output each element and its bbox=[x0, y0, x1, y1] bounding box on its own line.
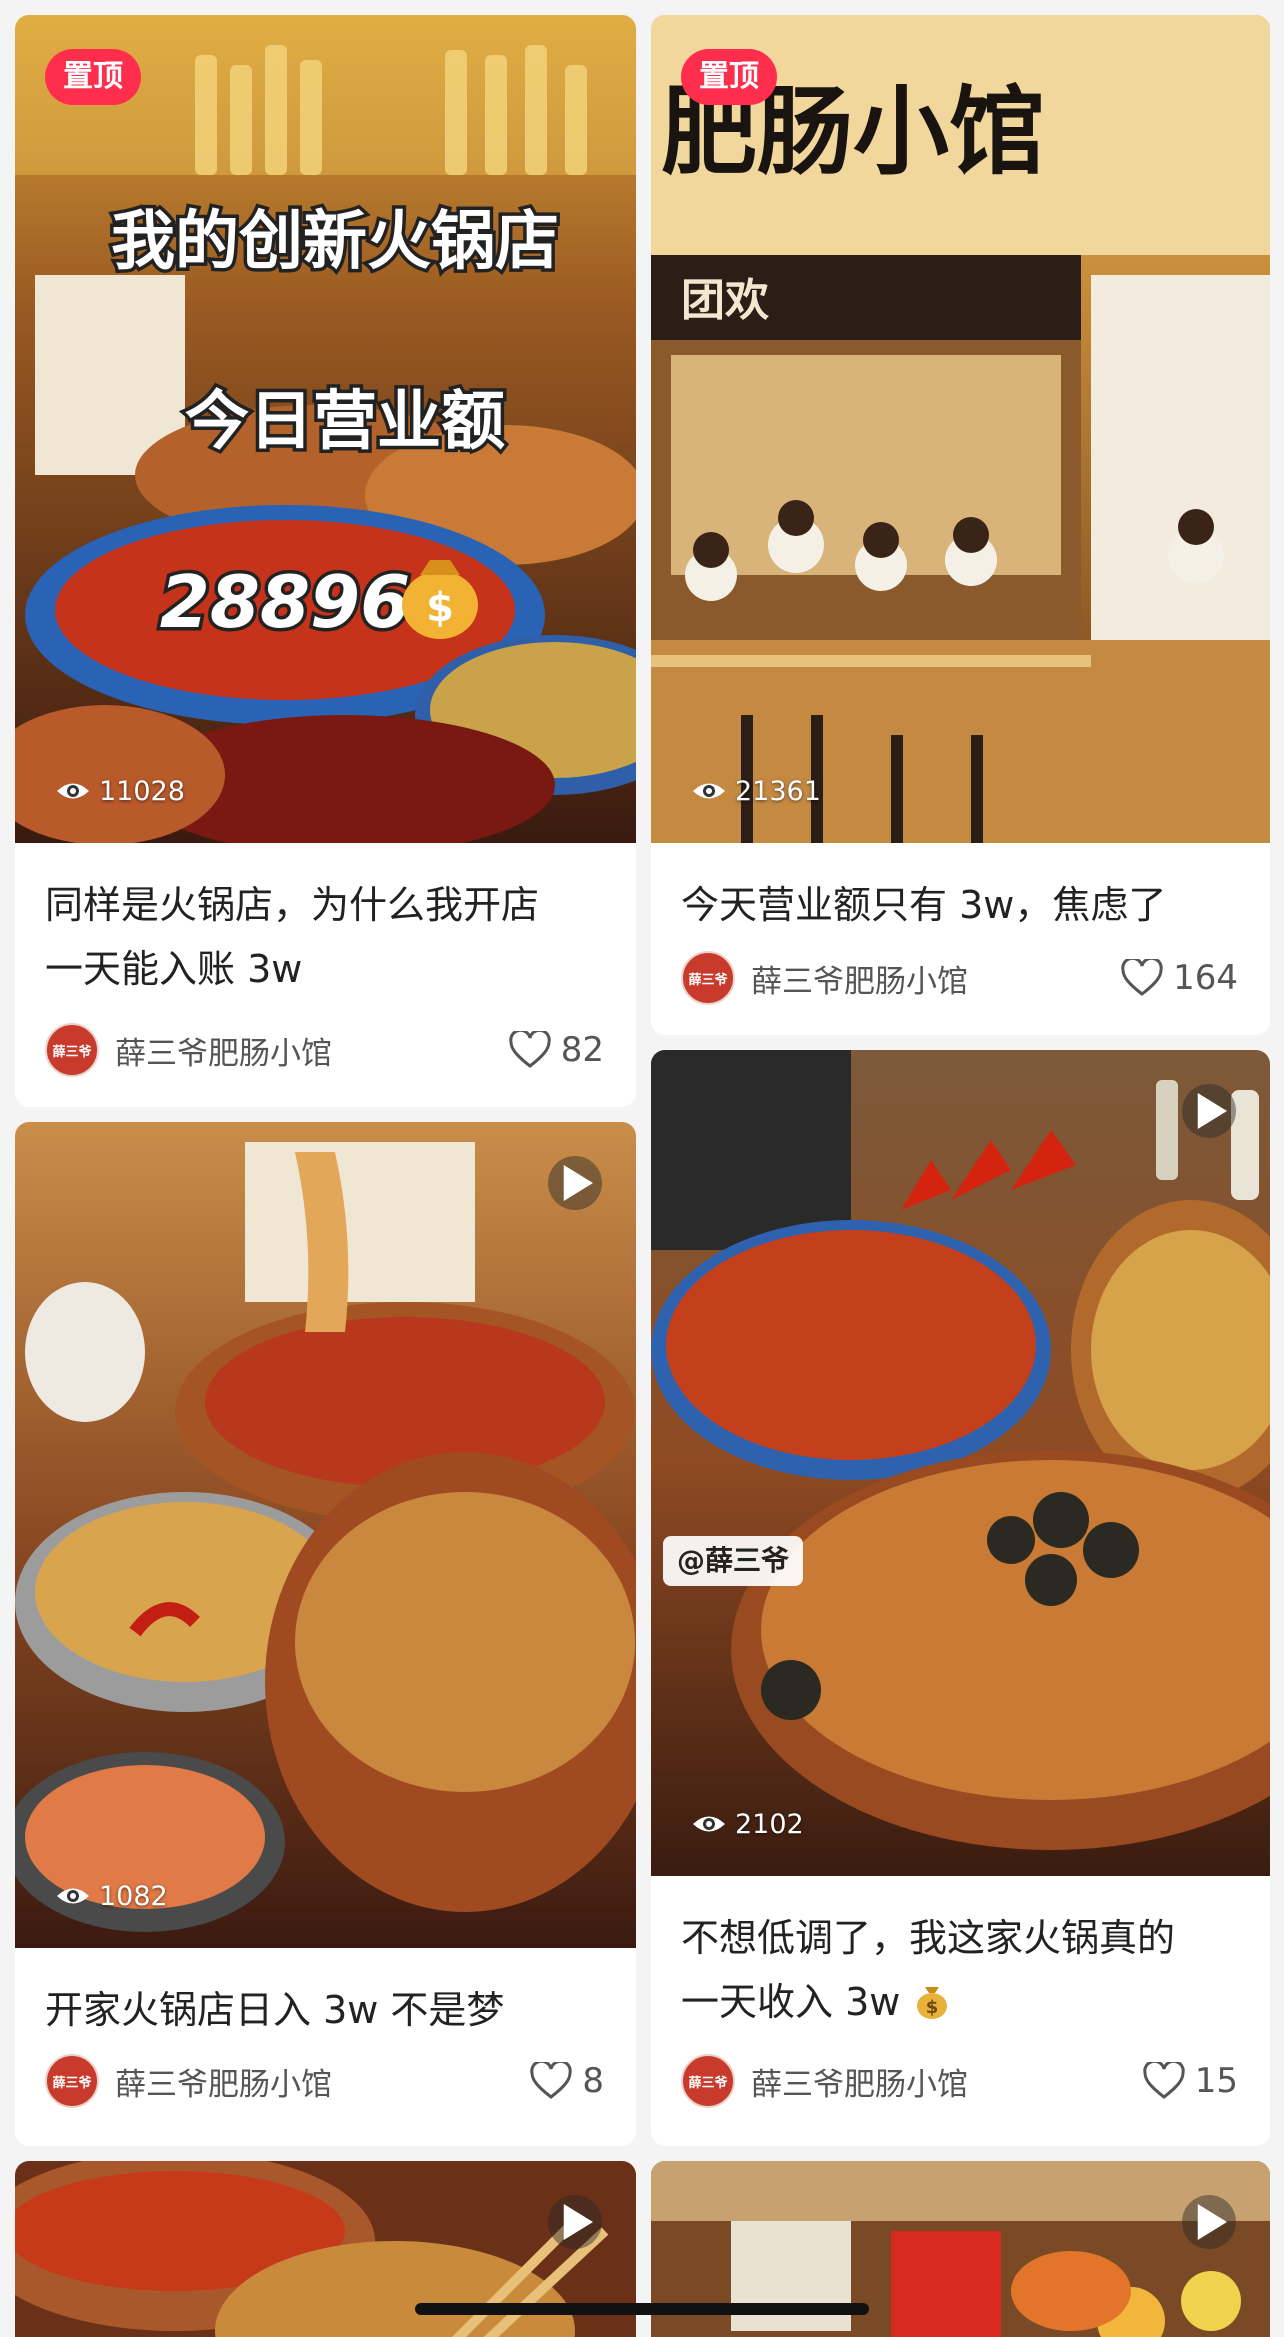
author-info[interactable]: 薛三爷 薛三爷肥肠小馆 bbox=[45, 1023, 332, 1077]
note-cover-image[interactable]: 肥肠小馆 团欢 置顶 21361 bbox=[651, 15, 1270, 843]
restaurant-photo: 肥肠小馆 团欢 bbox=[651, 15, 1270, 843]
menu-board-text: 团欢 bbox=[681, 275, 769, 326]
heart-icon bbox=[530, 2062, 573, 2099]
cover-overlay-line2: 今日营业额 bbox=[185, 385, 505, 459]
like-button[interactable]: 82 bbox=[509, 1030, 604, 1070]
note-title[interactable]: 今天营业额只有 3w，焦虑了 bbox=[681, 873, 1240, 937]
note-title[interactable]: 开家火锅店日入 3w 不是梦 bbox=[45, 1978, 606, 2042]
avatar[interactable]: 薛三爷 bbox=[681, 951, 735, 1005]
author-name[interactable]: 薛三爷肥肠小馆 bbox=[115, 2059, 332, 2104]
note-title[interactable]: 不想低调了，我这家火锅真的 一天收入 3w $ bbox=[681, 1906, 1240, 2034]
eye-icon bbox=[693, 783, 725, 799]
note-title-line1: 今天营业额只有 3w，焦虑了 bbox=[681, 883, 1167, 927]
author-info[interactable]: 薛三爷 薛三爷肥肠小馆 bbox=[45, 2054, 332, 2108]
home-indicator[interactable] bbox=[415, 2303, 869, 2315]
view-count-text: 1082 bbox=[99, 1880, 168, 1912]
note-card[interactable]: 1082 开家火锅店日入 3w 不是梦 薛三爷 薛三爷肥肠小馆 8 bbox=[15, 1122, 636, 2146]
cover-overlay-line3: 28896 bbox=[160, 560, 411, 644]
view-count: 21361 bbox=[691, 769, 821, 813]
pinned-badge: 置顶 bbox=[45, 49, 141, 105]
view-count-text: 21361 bbox=[735, 775, 821, 807]
watermark-label: @薛三爷 bbox=[663, 1536, 804, 1586]
avatar[interactable]: 薛三爷 bbox=[45, 2054, 99, 2108]
author-name[interactable]: 薛三爷肥肠小馆 bbox=[751, 2059, 968, 2104]
cover-overlay-line1: 我的创新火锅店 bbox=[111, 205, 559, 279]
view-count-text: 2102 bbox=[735, 1808, 804, 1840]
like-button[interactable]: 8 bbox=[530, 2061, 604, 2101]
author-name[interactable]: 薛三爷肥肠小馆 bbox=[751, 956, 968, 1001]
note-title-line1: 开家火锅店日入 3w 不是梦 bbox=[45, 1988, 505, 2032]
like-count: 164 bbox=[1173, 958, 1238, 998]
svg-text:$: $ bbox=[926, 1997, 939, 2018]
eye-icon bbox=[57, 783, 89, 799]
svg-text:$: $ bbox=[426, 585, 454, 631]
note-title-line2-row: 一天收入 3w $ bbox=[681, 1970, 1240, 2034]
note-title-line2: 一天收入 3w bbox=[681, 1980, 901, 2024]
hotpot-photo: 我的创新火锅店 今日营业额 28896 $ bbox=[15, 15, 636, 843]
avatar[interactable]: 薛三爷 bbox=[45, 1023, 99, 1077]
note-card[interactable]: 我的创新火锅店 今日营业额 28896 $ 置顶 11028 同样是火锅店，为什… bbox=[15, 15, 636, 1107]
note-cover-image[interactable]: @薛三爷 2102 bbox=[651, 1050, 1270, 1876]
author-name[interactable]: 薛三爷肥肠小馆 bbox=[115, 1028, 332, 1073]
like-button[interactable]: 164 bbox=[1121, 958, 1238, 998]
hotpot-photo bbox=[651, 1050, 1270, 1876]
eye-icon bbox=[693, 1816, 725, 1832]
like-count: 15 bbox=[1194, 2061, 1238, 2101]
note-title-line1: 同样是火锅店，为什么我开店 bbox=[45, 883, 540, 927]
heart-icon bbox=[1121, 959, 1163, 996]
view-count: 11028 bbox=[55, 769, 185, 813]
note-title[interactable]: 同样是火锅店，为什么我开店 一天能入账 3w bbox=[45, 873, 606, 1001]
view-count: 1082 bbox=[55, 1874, 168, 1918]
like-count: 82 bbox=[560, 1030, 604, 1070]
like-button[interactable]: 15 bbox=[1143, 2061, 1238, 2101]
video-play-icon bbox=[1182, 1084, 1236, 1138]
like-count: 8 bbox=[582, 2061, 604, 2101]
pinned-badge: 置顶 bbox=[681, 49, 777, 105]
note-card[interactable]: 肥肠小馆 团欢 置顶 21361 今天营业额只有 3w，焦虑了 薛三爷 薛三爷肥… bbox=[651, 15, 1270, 1035]
video-play-icon bbox=[1182, 2195, 1236, 2249]
view-count-text: 11028 bbox=[99, 775, 185, 807]
note-cover-image[interactable]: 我的创新火锅店 今日营业额 28896 $ 置顶 11028 bbox=[15, 15, 636, 843]
heart-icon bbox=[1143, 2062, 1185, 2099]
hotpot-photo bbox=[15, 1122, 636, 1948]
author-info[interactable]: 薛三爷 薛三爷肥肠小馆 bbox=[681, 2054, 968, 2108]
note-card[interactable]: @薛三爷 2102 不想低调了，我这家火锅真的 一天收入 3w $ 薛三爷 薛三… bbox=[651, 1050, 1270, 2146]
heart-icon bbox=[509, 1031, 551, 1068]
author-info[interactable]: 薛三爷 薛三爷肥肠小馆 bbox=[681, 951, 968, 1005]
note-title-line2: 一天能入账 3w bbox=[45, 947, 303, 991]
avatar[interactable]: 薛三爷 bbox=[681, 2054, 735, 2108]
eye-icon bbox=[57, 1888, 89, 1904]
video-play-icon bbox=[548, 2195, 602, 2249]
money-bag-icon: $ bbox=[917, 1987, 948, 2019]
view-count: 2102 bbox=[691, 1802, 804, 1846]
video-play-icon bbox=[548, 1156, 602, 1210]
note-title-line1: 不想低调了，我这家火锅真的 bbox=[681, 1916, 1176, 1960]
note-cover-image[interactable]: 1082 bbox=[15, 1122, 636, 1948]
